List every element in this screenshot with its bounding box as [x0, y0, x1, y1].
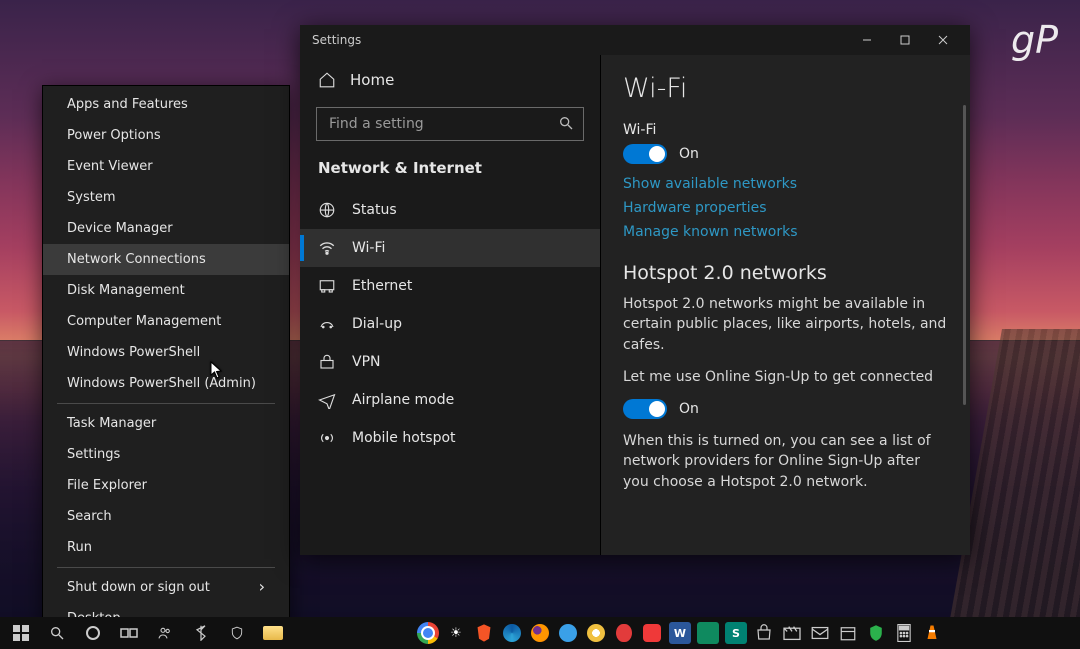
edge-icon[interactable] — [501, 622, 523, 644]
calculator-icon[interactable] — [893, 622, 915, 644]
desktop-wallpaper: gP Apps and Features Power Options Event… — [0, 0, 1080, 649]
winx-run[interactable]: Run — [43, 532, 289, 563]
home-link[interactable]: Home — [300, 61, 600, 99]
winx-separator — [57, 403, 275, 404]
nav-dialup[interactable]: Dial-up — [300, 305, 600, 343]
wifi-toggle[interactable] — [623, 144, 667, 164]
close-button[interactable] — [924, 25, 962, 55]
ethernet-icon — [318, 277, 336, 295]
nav-label: Airplane mode — [352, 392, 454, 408]
nav-label: Dial-up — [352, 316, 402, 332]
wifi-subheading: Wi-Fi — [623, 122, 948, 138]
nav-wifi[interactable]: Wi-Fi — [300, 229, 600, 267]
nav-vpn[interactable]: VPN — [300, 343, 600, 381]
home-label: Home — [350, 71, 394, 89]
word-icon[interactable]: W — [669, 622, 691, 644]
winx-apps-and-features[interactable]: Apps and Features — [43, 89, 289, 120]
page-title: Wi-Fi — [623, 73, 948, 104]
nav-label: Status — [352, 202, 397, 218]
winx-settings[interactable]: Settings — [43, 439, 289, 470]
dialup-icon — [318, 315, 336, 333]
nav-label: Wi-Fi — [352, 240, 385, 256]
security-icon[interactable] — [220, 619, 254, 647]
app-icon[interactable] — [585, 622, 607, 644]
calendar-icon[interactable] — [837, 622, 859, 644]
settings-nav: Status Wi-Fi Ethernet Dial-up — [300, 191, 600, 457]
cortana-icon[interactable] — [76, 619, 110, 647]
people-icon[interactable] — [148, 619, 182, 647]
nav-status[interactable]: Status — [300, 191, 600, 229]
film-app-icon[interactable] — [697, 622, 719, 644]
maximize-button[interactable] — [886, 25, 924, 55]
hotspot-heading: Hotspot 2.0 networks — [623, 262, 948, 284]
winx-shutdown[interactable]: Shut down or sign out — [43, 572, 289, 603]
sun-app-icon[interactable]: ☀ — [445, 622, 467, 644]
sway-icon[interactable]: S — [725, 622, 747, 644]
ie-icon[interactable] — [557, 622, 579, 644]
titlebar[interactable]: Settings — [300, 25, 970, 55]
nav-label: Ethernet — [352, 278, 412, 294]
brave-icon[interactable] — [473, 622, 495, 644]
wifi-toggle-state: On — [679, 146, 699, 162]
start-button[interactable] — [4, 619, 38, 647]
winx-computer-management[interactable]: Computer Management — [43, 306, 289, 337]
window-title: Settings — [312, 33, 361, 47]
minimize-button[interactable] — [848, 25, 886, 55]
winx-system[interactable]: System — [43, 182, 289, 213]
winx-powershell[interactable]: Windows PowerShell — [43, 337, 289, 368]
vpn-icon — [318, 353, 336, 371]
nav-label: VPN — [352, 354, 381, 370]
opera-icon[interactable] — [613, 622, 635, 644]
taskbar: ☀ W S — [0, 617, 1080, 649]
winx-search[interactable]: Search — [43, 501, 289, 532]
bluetooth-icon[interactable] — [184, 619, 218, 647]
search-input[interactable] — [316, 107, 584, 141]
signup-description: When this is turned on, you can see a li… — [623, 431, 948, 492]
nav-label: Mobile hotspot — [352, 430, 456, 446]
winx-disk-management[interactable]: Disk Management — [43, 275, 289, 306]
winx-separator — [57, 567, 275, 568]
winx-event-viewer[interactable]: Event Viewer — [43, 151, 289, 182]
explorer-icon[interactable] — [256, 619, 290, 647]
scrollbar[interactable] — [963, 105, 966, 405]
green-shield-icon[interactable] — [865, 622, 887, 644]
mail-icon[interactable] — [809, 622, 831, 644]
hotspot-icon — [318, 429, 336, 447]
power-user-menu: Apps and Features Power Options Event Vi… — [42, 85, 290, 628]
winx-task-manager[interactable]: Task Manager — [43, 408, 289, 439]
winx-device-manager[interactable]: Device Manager — [43, 213, 289, 244]
taskview-icon[interactable] — [112, 619, 146, 647]
hotspot-description: Hotspot 2.0 networks might be available … — [623, 294, 948, 355]
nav-airplane[interactable]: Airplane mode — [300, 381, 600, 419]
category-heading: Network & Internet — [300, 153, 600, 191]
nav-mobile-hotspot[interactable]: Mobile hotspot — [300, 419, 600, 457]
vivaldi-icon[interactable] — [641, 622, 663, 644]
chrome-icon[interactable] — [417, 622, 439, 644]
signup-label: Let me use Online Sign-Up to get connect… — [623, 367, 948, 387]
settings-window: Settings Home — [300, 25, 970, 555]
link-show-networks[interactable]: Show available networks — [623, 176, 948, 192]
signup-toggle-state: On — [679, 401, 699, 417]
status-icon — [318, 201, 336, 219]
winx-power-options[interactable]: Power Options — [43, 120, 289, 151]
signup-toggle[interactable] — [623, 399, 667, 419]
winx-file-explorer[interactable]: File Explorer — [43, 470, 289, 501]
vlc-icon[interactable] — [921, 622, 943, 644]
firefox-icon[interactable] — [529, 622, 551, 644]
winx-powershell-admin[interactable]: Windows PowerShell (Admin) — [43, 368, 289, 399]
wifi-icon — [318, 239, 336, 257]
link-hardware-properties[interactable]: Hardware properties — [623, 200, 948, 216]
movies-icon[interactable] — [781, 622, 803, 644]
store-icon[interactable] — [753, 622, 775, 644]
home-icon — [318, 71, 336, 89]
nav-ethernet[interactable]: Ethernet — [300, 267, 600, 305]
settings-left-pane: Home Network & Internet Status — [300, 55, 600, 555]
winx-network-connections[interactable]: Network Connections — [43, 244, 289, 275]
airplane-icon — [318, 391, 336, 409]
settings-content: Wi-Fi Wi-Fi On Show available networks H… — [600, 55, 970, 555]
search-icon — [558, 115, 574, 131]
link-manage-networks[interactable]: Manage known networks — [623, 224, 948, 240]
taskbar-search-icon[interactable] — [40, 619, 74, 647]
watermark-logo: gP — [1011, 18, 1058, 62]
